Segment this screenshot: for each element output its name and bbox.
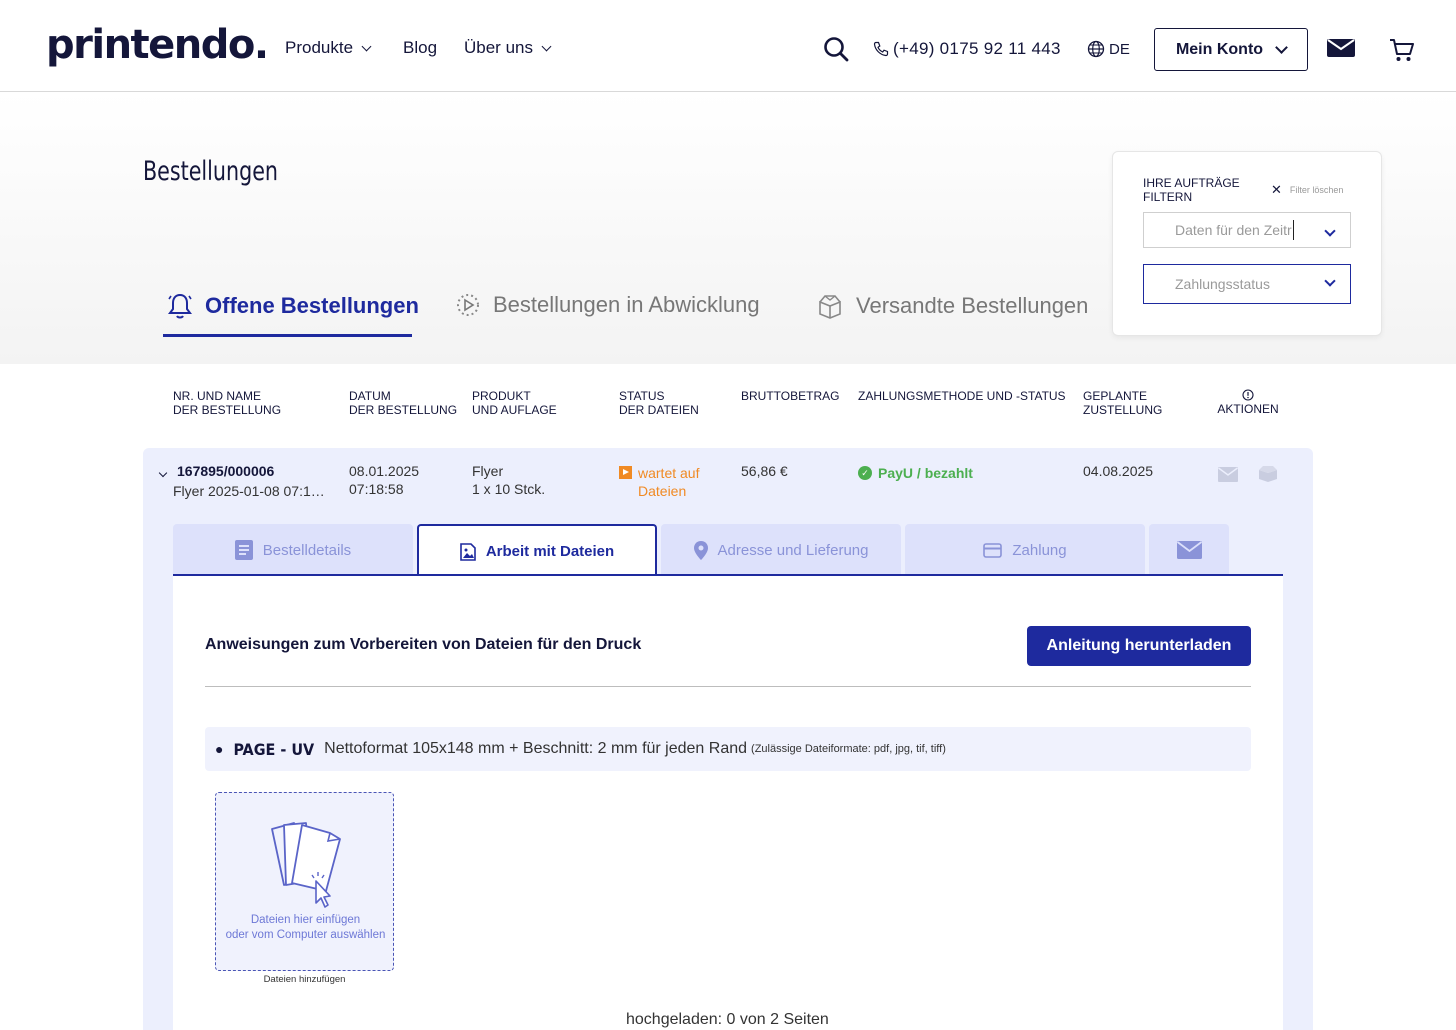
page-spec: Nettoformat 105x148 mm + Beschnitt: 2 mm… <box>324 740 748 757</box>
chevron-down-icon <box>1324 225 1336 237</box>
tab-zahlung[interactable]: Zahlung <box>905 524 1145 576</box>
payment-status: ✓ PayU / bezahlt <box>858 464 973 482</box>
phone-link[interactable]: (+49) 0175 92 11 443 <box>873 39 1061 59</box>
document-icon <box>234 540 253 560</box>
text-caret <box>1292 220 1294 240</box>
nav-ueber-uns[interactable]: Über uns <box>464 38 552 58</box>
logo[interactable]: printendo. <box>46 22 269 68</box>
play-icon <box>619 466 632 479</box>
download-guide-button[interactable]: Anleitung herunterladen <box>1027 626 1251 666</box>
nav-blog[interactable]: Blog <box>403 38 437 58</box>
payment-status-select[interactable]: Zahlungsstatus <box>1143 264 1351 304</box>
expand-toggle[interactable] <box>156 462 168 480</box>
divider <box>205 686 1251 687</box>
column-header-date: DATUM DER BESTELLUNG <box>349 389 458 417</box>
order-number[interactable]: 167895/000006 <box>177 462 274 480</box>
tab-offene-bestellungen[interactable]: Offene Bestellungen <box>167 292 419 320</box>
tab-versandte-bestellungen[interactable]: Versandte Bestellungen <box>816 292 1088 320</box>
progress-icon <box>457 294 479 316</box>
order-date: 08.01.2025 07:18:58 <box>349 463 420 497</box>
credit-card-icon <box>983 542 1003 558</box>
upload-files-icon <box>271 822 341 908</box>
tab-messages[interactable] <box>1149 524 1229 576</box>
order-name: Flyer 2025-01-08 07:1… <box>173 483 325 499</box>
close-icon: ✕ <box>1271 182 1282 197</box>
order-gross: 56,86 € <box>741 463 788 479</box>
page-spec-row: ● PAGE - UV Nettoformat 105x148 mm + Bes… <box>205 727 1251 771</box>
cart-icon[interactable] <box>1389 37 1415 63</box>
language-selector[interactable]: DE <box>1087 40 1130 58</box>
mail-icon <box>1176 541 1202 559</box>
column-header-actions: AKTIONEN <box>1217 389 1279 416</box>
upload-progress: hochgeladen: 0 von 2 Seiten <box>626 1011 829 1028</box>
active-tab-indicator <box>163 334 412 337</box>
page-name: PAGE - UV <box>233 739 315 759</box>
account-button[interactable]: Mein Konto <box>1154 28 1308 71</box>
nav-produkte[interactable]: Produkte <box>285 38 372 58</box>
location-pin-icon <box>693 540 708 560</box>
globe-icon <box>1087 40 1105 58</box>
filter-panel: IHRE AUFTRÄGE FILTERN ✕ Filter löschen D… <box>1112 151 1382 336</box>
tab-bestellungen-in-abwicklung[interactable]: Bestellungen in Abwicklung <box>455 292 760 318</box>
dropzone-text: Dateien hier einfügen oder vom Computer … <box>225 914 386 941</box>
phone-icon <box>873 41 889 57</box>
column-header-payment: ZAHLUNGSMETHODE UND -STATUS <box>858 389 1066 403</box>
page-formats: (Zulässige Dateiformate: pdf, jpg, tif, … <box>751 743 946 755</box>
page-title: Bestellungen <box>143 156 278 187</box>
chevron-down-icon <box>1324 275 1336 287</box>
column-header-gross: BRUTTOBETRAG <box>741 389 840 403</box>
delivery-date: 04.08.2025 <box>1083 463 1154 479</box>
tab-adresse-und-lieferung[interactable]: Adresse und Lieferung <box>661 524 901 576</box>
site-header: printendo. Produkte Blog Über uns (+49) … <box>0 0 1456 92</box>
check-icon: ✓ <box>858 466 872 480</box>
info-icon[interactable] <box>1242 389 1254 401</box>
bullet: ● <box>215 741 224 757</box>
package-icon <box>819 295 841 319</box>
image-file-icon <box>460 542 476 561</box>
column-header-nr: NR. UND NAME DER BESTELLUNG <box>173 389 282 417</box>
file-dropzone[interactable]: Dateien hier einfügen oder vom Computer … <box>215 792 394 971</box>
column-header-delivery: GEPLANTE ZUSTELLUNG <box>1083 389 1163 417</box>
chevron-down-icon <box>1275 40 1288 54</box>
chevron-down-icon <box>541 41 552 51</box>
instructions-title: Anweisungen zum Vorbereiten von Dateien … <box>205 636 642 653</box>
package-icon[interactable] <box>1258 465 1278 482</box>
column-header-status: STATUS DER DATEIEN <box>619 389 699 417</box>
search-icon[interactable] <box>823 36 849 62</box>
filter-title: IHRE AUFTRÄGE FILTERN <box>1143 176 1240 204</box>
clear-filter-button[interactable]: ✕ Filter löschen <box>1271 182 1343 198</box>
file-status: wartet auf Dateien <box>619 464 699 500</box>
tab-bestelldetails[interactable]: Bestelldetails <box>173 524 413 576</box>
dropzone-caption: Dateien hinzufügen <box>263 974 346 985</box>
chevron-down-icon <box>158 468 168 478</box>
order-product: Flyer 1 x 10 Stck. <box>472 463 546 497</box>
chevron-down-icon <box>361 41 372 51</box>
column-header-product: PRODUKT UND AUFLAGE <box>472 389 557 417</box>
bell-icon <box>168 293 192 319</box>
mail-icon[interactable] <box>1218 467 1238 482</box>
tab-arbeit-mit-dateien[interactable]: Arbeit mit Dateien <box>417 524 657 577</box>
mail-icon[interactable] <box>1327 37 1355 59</box>
date-range-select[interactable]: Daten für den Zeitr <box>1143 212 1351 248</box>
